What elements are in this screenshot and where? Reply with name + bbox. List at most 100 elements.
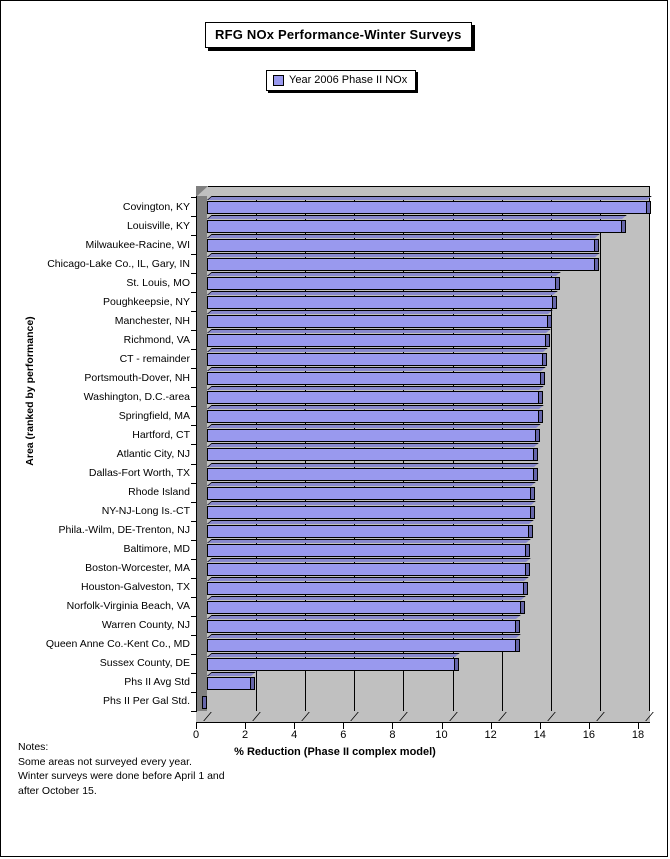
bar-row — [207, 196, 652, 217]
bar-end-face — [525, 543, 531, 557]
bar — [207, 429, 537, 443]
bar — [207, 638, 517, 652]
x-axis-tick-label: 14 — [533, 729, 546, 741]
bar — [207, 391, 539, 405]
plot-inner — [202, 196, 652, 712]
bar — [207, 315, 549, 329]
y-axis-tick — [191, 311, 197, 312]
bar-end-face — [525, 562, 531, 576]
bar-end-face — [522, 581, 528, 595]
y-axis-label: Manchester, NH — [114, 314, 190, 327]
y-axis-tick — [191, 197, 197, 198]
bar-end-face — [554, 277, 560, 291]
bar-row — [207, 443, 649, 464]
bar-end-face — [515, 638, 521, 652]
bar-end-face — [552, 296, 558, 310]
y-axis-label: Warren County, NJ — [101, 619, 190, 632]
x-axis-line — [196, 722, 650, 723]
x-axis-tick-label: 18 — [631, 729, 645, 741]
bar-row — [207, 500, 649, 522]
y-axis-tick — [191, 406, 197, 407]
bar-row — [207, 462, 649, 484]
y-axis-label: Sussex County, DE — [99, 657, 190, 670]
y-axis-label: St. Louis, MO — [126, 276, 190, 289]
bar — [207, 410, 539, 424]
x-axis-tick-label: 12 — [484, 729, 497, 741]
bar-row — [207, 671, 649, 693]
y-axis-tick — [191, 654, 197, 655]
y-axis-label: Queen Anne Co.-Kent Co., MD — [45, 638, 190, 651]
bar-top-face — [207, 671, 256, 676]
y-axis-tick — [191, 292, 197, 293]
bar-end-face — [645, 201, 651, 214]
bar — [207, 676, 252, 690]
x-axis-tick-label: 2 — [242, 729, 249, 741]
bar-top-face — [207, 215, 627, 220]
chart-legend: Year 2006 Phase II NOx — [266, 70, 417, 91]
bar-row — [207, 614, 649, 636]
y-axis-tick — [191, 711, 197, 712]
y-axis-label: Phs II Per Gal Std. — [103, 695, 190, 708]
y-axis-label: Rhode Island — [128, 486, 190, 499]
bar-end-face — [530, 505, 536, 519]
y-axis-label: Phs II Avg Std — [124, 676, 190, 689]
y-axis-tick — [191, 692, 197, 693]
bar-end-face — [530, 486, 536, 500]
bar — [207, 600, 522, 614]
y-axis-tick — [191, 273, 197, 274]
bar-end-face — [515, 619, 521, 633]
y-axis-tick — [191, 330, 197, 331]
bar-end-face — [454, 657, 459, 671]
bar-top-face — [207, 424, 541, 429]
y-axis-label: Springfield, MA — [118, 409, 190, 422]
bar-end-face — [539, 372, 545, 386]
bar-end-face — [544, 334, 550, 348]
bar — [207, 239, 595, 253]
y-axis-tick — [191, 368, 197, 369]
bar-end-face — [620, 220, 626, 234]
y-axis-tick — [191, 578, 197, 579]
bar — [207, 543, 527, 557]
y-axis-label: Hartford, CT — [132, 428, 190, 441]
bar — [207, 201, 647, 214]
bar-end-face — [542, 353, 548, 367]
y-axis-label: Portsmouth-Dover, NH — [84, 371, 190, 384]
y-axis-tick — [191, 597, 197, 598]
y-axis-tick — [191, 464, 197, 465]
y-axis-label: Baltimore, MD — [123, 543, 190, 556]
bar-row — [207, 576, 649, 598]
y-axis-label: Chicago-Lake Co., IL, Gary, IN — [47, 257, 190, 270]
y-axis-tick — [191, 502, 197, 503]
legend-swatch-icon — [273, 74, 284, 86]
bar-end-face — [250, 676, 256, 690]
bar-top-face — [207, 291, 558, 296]
y-axis-label: Norfolk-Virginia Beach, VA — [66, 600, 190, 613]
x-axis-tick-label: 6 — [340, 729, 347, 741]
bar-top-face — [207, 576, 529, 581]
bar — [207, 562, 527, 576]
bar — [207, 334, 546, 348]
notes-line-3: after October 15. — [18, 784, 97, 797]
y-axis-title: Area (ranked by performance) — [24, 316, 36, 466]
bar — [207, 372, 541, 386]
bar — [207, 657, 455, 671]
y-axis-tick — [191, 444, 197, 445]
y-axis-label: Washington, D.C.-area — [83, 390, 190, 403]
x-axis-tick-label: 8 — [389, 729, 396, 741]
bar-top-face — [207, 386, 544, 391]
bar-top-face — [207, 633, 522, 638]
y-axis-label: Boston-Worcester, MA — [85, 562, 190, 575]
y-axis-label: Phila.-Wilm, DE-Trenton, NJ — [58, 524, 190, 537]
bar-top-face — [207, 272, 561, 277]
y-axis-label: Covington, KY — [122, 200, 190, 213]
bar-end-face — [535, 429, 541, 443]
bar — [207, 581, 524, 595]
bar-end-face — [202, 695, 207, 709]
notes-line-2: Winter surveys were done before April 1 … — [18, 770, 225, 782]
y-axis-label: Atlantic City, NJ — [116, 448, 190, 460]
bar-row — [207, 652, 649, 674]
bar-row — [202, 692, 649, 712]
bar-row — [207, 557, 649, 579]
bar-row — [207, 633, 649, 655]
bar-top-face — [207, 538, 531, 543]
